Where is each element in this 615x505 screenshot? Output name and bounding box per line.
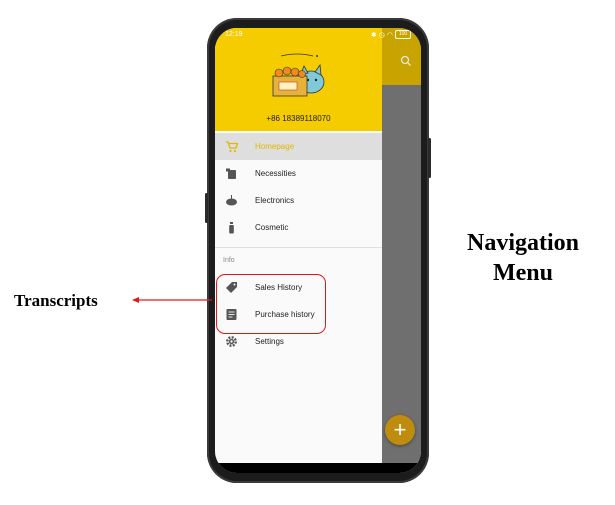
menu-label: Necessities [255,169,296,178]
menu-label: Electronics [255,196,295,205]
navigation-menu-title: Navigation Menu [438,228,608,288]
info-section-title: Info [223,257,235,264]
system-nav-bar [215,463,421,473]
title-line-2: Menu [493,260,553,286]
menu-label: Homepage [255,142,295,151]
gear-icon [226,336,237,347]
search-icon[interactable] [399,54,413,68]
menu-label: Cosmetic [255,223,289,232]
menu-item-necessities[interactable]: Necessities [215,160,382,187]
alarm-icon: ◷ [378,31,385,39]
avatar-illustration[interactable] [267,48,329,102]
drawer-header: +86 18389118070 [215,28,382,131]
bottle-icon [229,222,234,234]
menu-item-cosmetic[interactable]: Cosmetic [215,214,382,241]
menu-divider [215,247,382,248]
status-bar: 12:19 ✱ ◷ ◠ 100 [215,28,421,42]
add-fab-button[interactable]: + [385,415,415,445]
wifi-icon: ◠ [386,31,393,39]
power-button [428,138,431,178]
phone-frame: + 12:19 ✱ ◷ ◠ 100 +86 18389118070 Homepa… [205,18,431,483]
navigation-drawer: +86 18389118070 Homepage Necessities Ele… [215,28,382,463]
title-line-1: Navigation [466,230,579,256]
phone-number: +86 18389118070 [266,114,331,123]
cup-icon [226,168,236,179]
gamepad-icon [226,195,237,206]
menu-item-electronics[interactable]: Electronics [215,187,382,214]
status-icons: ✱ ◷ ◠ 100 [371,30,411,39]
bluetooth-icon: ✱ [370,31,377,39]
transcripts-annotation-label: Transcripts [14,291,98,310]
phone-screen: + 12:19 ✱ ◷ ◠ 100 +86 18389118070 Homepa… [215,28,421,473]
menu-label: Settings [255,337,284,346]
annotation-arrow [132,297,212,303]
volume-button [205,193,208,223]
menu-item-homepage[interactable]: Homepage [215,133,382,160]
cart-icon [226,141,238,153]
transcripts-highlight-box [216,274,326,334]
battery-icon: 100 [395,30,411,39]
status-time: 12:19 [225,31,243,38]
